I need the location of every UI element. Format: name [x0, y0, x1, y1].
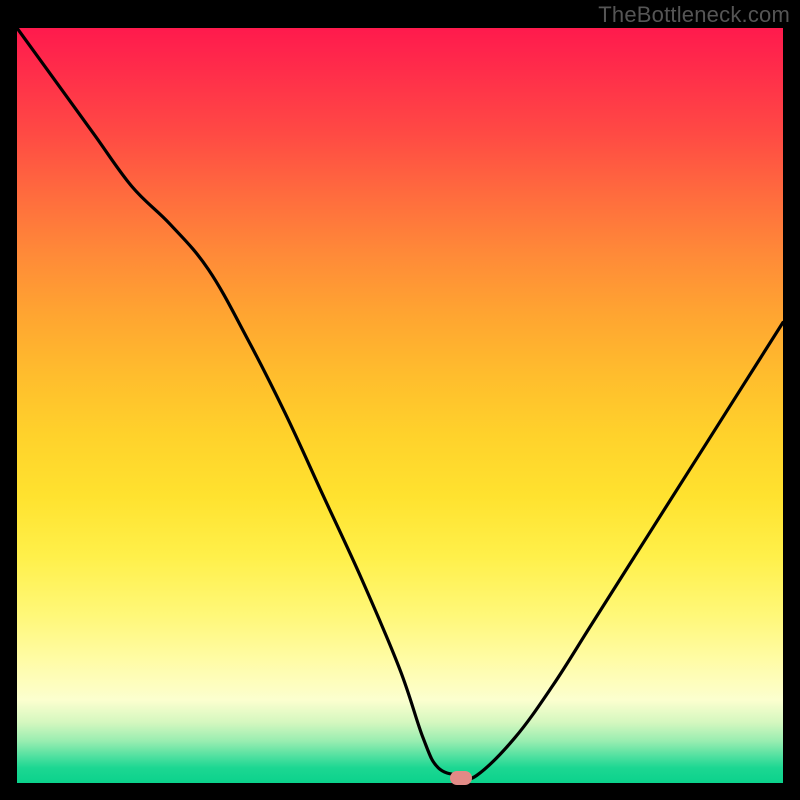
chart-frame: TheBottleneck.com — [0, 0, 800, 800]
watermark-text: TheBottleneck.com — [598, 2, 790, 28]
plot-area — [17, 28, 783, 783]
curve-path — [17, 28, 783, 779]
curve-svg — [17, 28, 783, 783]
min-marker — [450, 771, 472, 785]
